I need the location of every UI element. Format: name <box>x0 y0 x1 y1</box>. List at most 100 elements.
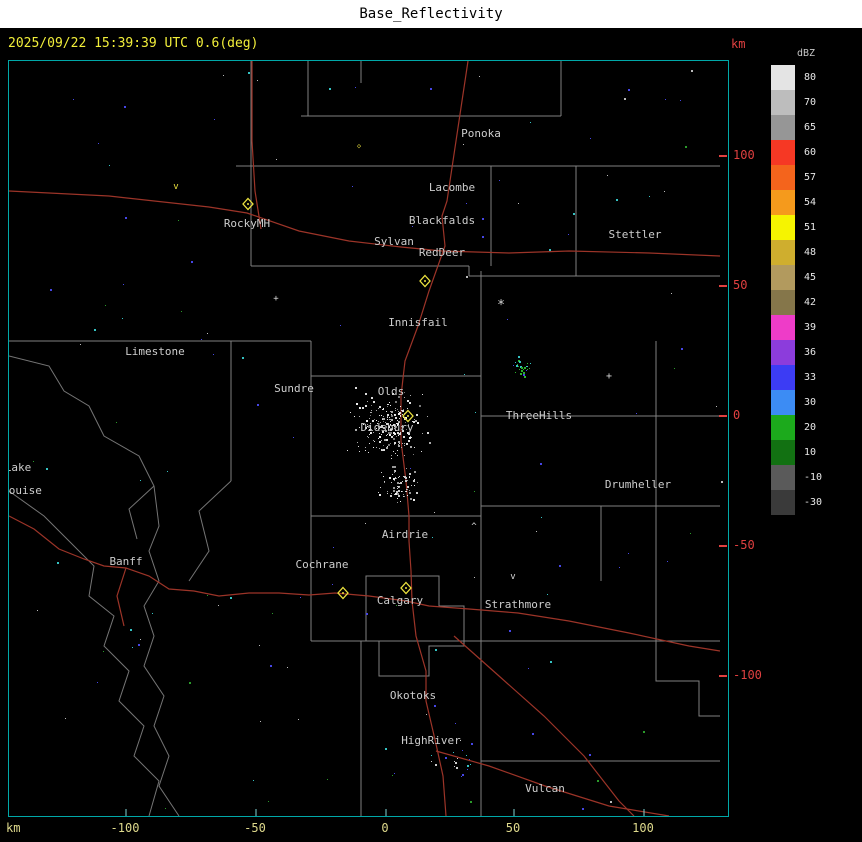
city-label-threehills: ThreeHills <box>506 409 572 422</box>
window-title: Base_Reflectivity <box>359 6 503 22</box>
legend-value: 51 <box>804 222 817 233</box>
map-symbol-icon: v <box>510 572 515 582</box>
legend-entry: 36 <box>771 340 822 365</box>
legend-swatch <box>771 415 795 440</box>
city-label-banff: Banff <box>109 555 142 568</box>
legend-value: -10 <box>804 472 823 483</box>
highway-lines <box>8 60 721 817</box>
map-symbol-icon: * <box>497 298 505 313</box>
legend-value: 33 <box>804 372 817 383</box>
right-axis-tick-label: -50 <box>733 538 755 552</box>
legend-entry: 57 <box>771 165 822 190</box>
legend-swatch <box>771 165 795 190</box>
right-axis-unit: km <box>731 37 746 51</box>
city-label-didsbury: Didsbury <box>361 421 414 434</box>
legend-value: 80 <box>804 72 817 83</box>
radar-echo-layer <box>33 70 723 810</box>
legend-entry: 60 <box>771 140 822 165</box>
legend-swatch <box>771 240 795 265</box>
legend-value: 30 <box>804 397 817 408</box>
legend-value: 45 <box>804 272 817 283</box>
legend-swatch <box>771 340 795 365</box>
right-axis-tick-label: 0 <box>733 408 741 422</box>
legend-entry: 30 <box>771 390 822 415</box>
scan-timestamp: 2025/09/22 15:39:39 UTC 0.6(deg) <box>8 36 259 51</box>
city-label-drumheller: Drumheller <box>605 478 672 491</box>
station-marker-icon-reddeer-site <box>419 274 431 288</box>
legend-swatch <box>771 440 795 465</box>
legend-value: 48 <box>804 247 817 258</box>
legend-swatch <box>771 490 795 515</box>
city-label-lacombe: Lacombe <box>429 181 475 194</box>
bottom-axis-tick-label: 0 <box>381 821 389 835</box>
city-label-sundre: Sundre <box>274 382 314 395</box>
city-label-limestone: Limestone <box>125 345 185 358</box>
legend-entry: 20 <box>771 415 822 440</box>
legend-scale: 80 70 65 60 57 54 51 48 45 42 39 36 33 30 20 10 -10 -30 <box>771 65 822 515</box>
right-axis-tick-label: 50 <box>733 278 748 292</box>
bottom-axis-unit: km <box>6 821 21 835</box>
legend-swatch <box>771 215 795 240</box>
radar-map-canvas[interactable]: v ◇ + * + ^ v Ponoka Lacombe Blackfalds Sylvan Red… <box>2 60 729 817</box>
bottom-axis-tick-label: 50 <box>505 821 521 835</box>
legend-entry: 51 <box>771 215 822 240</box>
city-label-lake: Lake <box>9 461 31 474</box>
map-symbol-icon: + <box>273 294 279 304</box>
right-axis-tick-label: -100 <box>733 668 762 682</box>
bottom-axis-tick-label: 100 <box>632 821 654 835</box>
legend-entry: 54 <box>771 190 822 215</box>
legend-entry: 42 <box>771 290 822 315</box>
legend-swatch <box>771 290 795 315</box>
city-label-louise: Louise <box>9 484 42 497</box>
city-label-calgary: Calgary <box>377 594 424 607</box>
legend-value: 57 <box>804 172 817 183</box>
city-label-cochrane: Cochrane <box>296 558 349 571</box>
legend-value: 20 <box>804 422 817 433</box>
city-label-innisfail: Innisfail <box>388 316 448 329</box>
legend-entry: 48 <box>771 240 822 265</box>
radar-map-svg: v ◇ + * + ^ v Ponoka Lacombe Blackfalds Sylvan Red… <box>2 60 727 817</box>
legend-value: 10 <box>804 447 817 458</box>
legend-swatch <box>771 190 795 215</box>
legend-value: 70 <box>804 97 817 108</box>
legend-swatch <box>771 65 795 90</box>
legend-value: -30 <box>804 497 823 508</box>
title-bar: Base_Reflectivity <box>0 0 862 28</box>
reflectivity-legend: dBZ 80 70 65 60 57 54 51 48 45 42 39 36 33 30 20 10 -10 -… <box>771 48 822 515</box>
legend-value: 60 <box>804 147 817 158</box>
legend-value: 54 <box>804 197 817 208</box>
city-label-olds: Olds <box>378 385 405 398</box>
legend-swatch <box>771 365 795 390</box>
map-symbol-icon: v <box>173 182 178 192</box>
right-axis-tick-label: 100 <box>733 148 755 162</box>
radar-app-window: Base_Reflectivity 2025/09/22 15:39:39 UT… <box>0 0 862 842</box>
city-label-sylvan: Sylvan <box>374 235 414 248</box>
legend-swatch <box>771 140 795 165</box>
legend-entry: 80 <box>771 65 822 90</box>
city-label-ponoka: Ponoka <box>461 127 501 140</box>
legend-swatch <box>771 115 795 140</box>
legend-swatch <box>771 265 795 290</box>
city-label-strathmore: Strathmore <box>485 598 551 611</box>
legend-unit-label: dBZ <box>797 48 816 59</box>
bottom-axis-tick-label: -50 <box>244 821 266 835</box>
legend-value: 39 <box>804 322 817 333</box>
bottom-axis-tick-label: -100 <box>110 821 140 835</box>
city-label-vulcan: Vulcan <box>525 782 565 795</box>
legend-entry: 39 <box>771 315 822 340</box>
city-label-stettler: Stettler <box>609 228 662 241</box>
map-symbol-icon: ◇ <box>357 142 362 150</box>
city-label-airdrie: Airdrie <box>382 528 428 541</box>
legend-entry: 33 <box>771 365 822 390</box>
city-label-blackfalds: Blackfalds <box>409 214 475 227</box>
legend-value: 42 <box>804 297 817 308</box>
legend-value: 36 <box>804 347 817 358</box>
city-label-layer: Ponoka Lacombe Blackfalds Sylvan RedDeer Stet… <box>2 127 672 795</box>
map-symbol-icon: ^ <box>471 522 477 532</box>
legend-entry: 70 <box>771 90 822 115</box>
legend-swatch <box>771 390 795 415</box>
county-boundary-lines <box>9 61 720 816</box>
station-marker-icon-calgary-site <box>400 581 412 595</box>
legend-entry: -10 <box>771 465 822 490</box>
legend-entry: 65 <box>771 115 822 140</box>
